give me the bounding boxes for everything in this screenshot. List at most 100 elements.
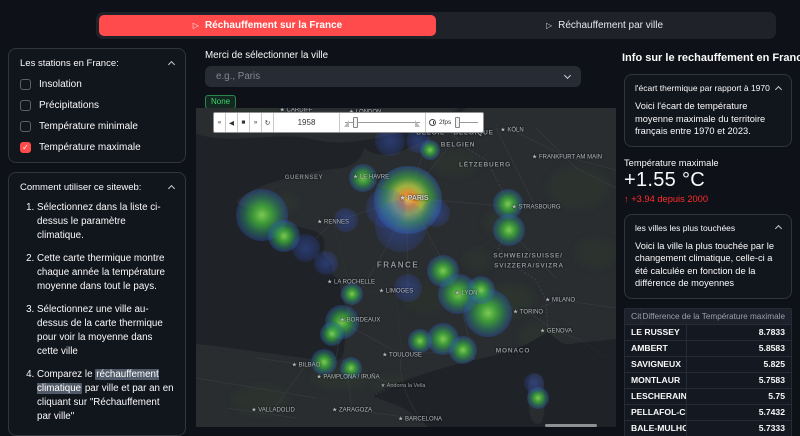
cell-city: MONTLAUR <box>625 372 687 388</box>
checkbox-insolation[interactable] <box>20 79 31 90</box>
play-icon: ▷ <box>545 21 553 30</box>
speed-knob[interactable] <box>455 117 461 128</box>
info-column: Info sur le rechauffement en France l'éc… <box>622 52 800 436</box>
timeline-buttons: «◀ ■» ↻ <box>214 113 274 132</box>
timeline-year: 1958 <box>274 113 340 132</box>
checkbox-row-temp-rature-maximale[interactable]: ✓ Température maximale <box>20 142 174 153</box>
timeline-control: «◀ ■» ↻ 1958 2fps <box>213 112 485 133</box>
cell-city: AMBERT <box>625 340 687 356</box>
highlighted-text: réchauffement climatique <box>37 369 159 394</box>
metric-label: Température maximale <box>624 157 719 168</box>
expander-villes-touchees: les villes les plus touchées Voici la vi… <box>624 213 792 299</box>
howto-title: Comment utiliser ce siteweb: <box>20 182 142 193</box>
timeline-step-first-button[interactable]: « <box>214 113 226 132</box>
map-label--bordeaux: ★ BORDEAUX <box>339 317 381 324</box>
map-label--torino: ★ TORINO <box>512 309 544 316</box>
table-row-montlaur: MONTLAUR 5.7583 <box>625 372 791 389</box>
checkbox-label: Précipitations <box>39 100 100 111</box>
mode-tabbar: ▷ Réchauffement sur la France ▷ Réchauff… <box>96 12 776 39</box>
timeline-knob[interactable] <box>353 117 358 128</box>
stations-panel: Les stations en France: Insolation Précip… <box>8 48 186 163</box>
arrow-up-icon: ↑ <box>624 193 629 204</box>
clock-icon <box>429 119 436 126</box>
map-label-france: FRANCE <box>376 260 420 270</box>
map-label--strasbourg: ★ STRASBOURG <box>511 204 561 211</box>
cell-difference: 5.7333 <box>758 423 785 433</box>
table-row-pellafol-chaneaux: PELLAFOL-CHANEAUX 5.7432 <box>625 404 791 421</box>
metric-value: +1.55 °C <box>624 168 706 191</box>
timeline-step-back-button[interactable]: ◀ <box>226 113 238 132</box>
checkbox-row-pr-cipitations[interactable]: Précipitations <box>20 100 174 111</box>
expander-header[interactable]: l'écart thermique par rapport à 1970 <box>635 83 783 93</box>
checkbox-label: Température maximale <box>39 142 141 153</box>
horizontal-scrollbar[interactable] <box>545 424 597 427</box>
map-labels: ★ CARDIFF★ LONDONBELGIË - BELGIQUEBELGIE… <box>196 108 616 427</box>
checkbox-temp-rature-minimale[interactable] <box>20 121 31 132</box>
stations-title: Les stations en France: <box>20 58 119 69</box>
checkbox-temp-rature-maximale[interactable]: ✓ <box>20 142 31 153</box>
table-row-le-russey: LE RUSSEY 8.7833 <box>625 324 791 341</box>
timeline-step-forward-button[interactable]: » <box>250 113 262 132</box>
speed-slider[interactable] <box>453 113 483 132</box>
timeline-stop-button[interactable]: ■ <box>238 113 250 132</box>
city-select[interactable]: e.g., Paris <box>205 66 581 87</box>
howto-panel-header[interactable]: Comment utiliser ce siteweb: <box>20 182 176 193</box>
map-label-l-tzebuerg: LËTZEBUERG <box>458 161 512 169</box>
map-label--frankfurt-am-main: ★ FRANKFURT AM MAIN <box>531 154 603 161</box>
map-label--toulouse: ★ TOULOUSE <box>382 352 422 359</box>
checkbox-pr-cipitations[interactable] <box>20 100 31 111</box>
cell-difference: 8.7833 <box>758 327 785 337</box>
map-label-belgien: BELGIEN <box>440 141 476 149</box>
table-row-ambert: AMBERT 5.8583 <box>625 340 791 357</box>
map-label--k-ln: ★ KÖLN <box>500 127 524 134</box>
tab-rechauffement-france[interactable]: ▷ Réchauffement sur la France <box>99 15 436 36</box>
timeline-limit-end[interactable] <box>415 120 420 127</box>
speed-clock <box>426 113 439 132</box>
map-label--andorra-la-vella: ★ Andorra la Vella <box>380 383 426 389</box>
map-label--genova: ★ GENOVA <box>539 328 573 335</box>
cell-city: SAVIGNEUX <box>625 356 687 372</box>
map-label-schweiz-suisse-: SCHWEIZ/SUISSE/ <box>493 252 563 260</box>
checkbox-label: Insolation <box>39 79 82 90</box>
map-label--bilbao: ★ BILBAO <box>291 362 321 369</box>
left-sidebar: Les stations en France: Insolation Précip… <box>8 48 186 436</box>
cell-city: LESCHERAINES <box>625 388 687 404</box>
chevron-up-icon <box>774 85 783 93</box>
temperature-metric: Température maximale +1.55 °C ↑ +3.94 de… <box>624 158 792 204</box>
info-title: Info sur le rechauffement en France <box>622 52 800 64</box>
checkbox-row-temp-rature-minimale[interactable]: Température minimale <box>20 121 174 132</box>
chevron-down-icon <box>563 71 572 79</box>
column-header-city[interactable]: City <box>625 308 643 324</box>
timeline-loop-button[interactable]: ↻ <box>262 113 274 132</box>
table-body: LE RUSSEY 8.7833 AMBERT 5.8583 SAVIGNEUX 5.82… <box>625 324 791 436</box>
cell-difference: 5.7583 <box>758 375 785 385</box>
map-label--le-havre: ★ LE HAVRE <box>352 174 390 181</box>
howto-step-1: Sélectionnez dans la liste ci-dessus le … <box>37 201 174 243</box>
city-select-placeholder: e.g., Paris <box>216 71 261 82</box>
metric-delta-text: +3.94 depuis 2000 <box>631 193 709 204</box>
map-label--lyon: ★ LYON <box>454 290 478 297</box>
cell-difference: 5.7432 <box>758 407 785 417</box>
stations-panel-header[interactable]: Les stations en France: <box>20 58 176 69</box>
timeline-limit-start[interactable] <box>344 120 349 127</box>
table-row-lescheraines: LESCHERAINES 5.75 <box>625 388 791 405</box>
cell-city: BALE-MULHOUSE <box>625 420 687 436</box>
tab-rechauffement-ville[interactable]: ▷ Réchauffement par ville <box>436 15 773 36</box>
checkbox-row-insolation[interactable]: Insolation <box>20 79 174 90</box>
timeline-slider[interactable] <box>340 113 426 132</box>
heatmap-map[interactable]: ★ CARDIFF★ LONDONBELGIË - BELGIQUEBELGIE… <box>196 108 616 427</box>
cell-city: LE RUSSEY <box>625 324 687 340</box>
howto-step-2: Cette carte thermique montre chaque anné… <box>37 252 174 294</box>
howto-step-3: Sélectionnez une ville au-dessus de la c… <box>37 303 174 359</box>
expander-title: l'écart thermique par rapport à 1970 <box>635 83 770 93</box>
howto-panel: Comment utiliser ce siteweb: Sélectionne… <box>8 172 186 436</box>
map-label--pamplona-iru-a: ★ PAMPLONA / IRUÑA <box>316 374 380 381</box>
main-column: Merci de sélectionner la ville e.g., Par… <box>196 48 616 427</box>
expander-header[interactable]: les villes les plus touchées <box>635 223 783 233</box>
timeline-fps: 2fps <box>439 119 452 126</box>
checkbox-label: Température minimale <box>39 121 138 132</box>
column-header-difference[interactable]: Difference de la Température maximale <box>642 312 791 321</box>
play-icon: ▷ <box>192 21 199 30</box>
table-row-savigneux: SAVIGNEUX 5.825 <box>625 356 791 373</box>
map-label-guernsey: GUERNSEY <box>284 175 324 181</box>
